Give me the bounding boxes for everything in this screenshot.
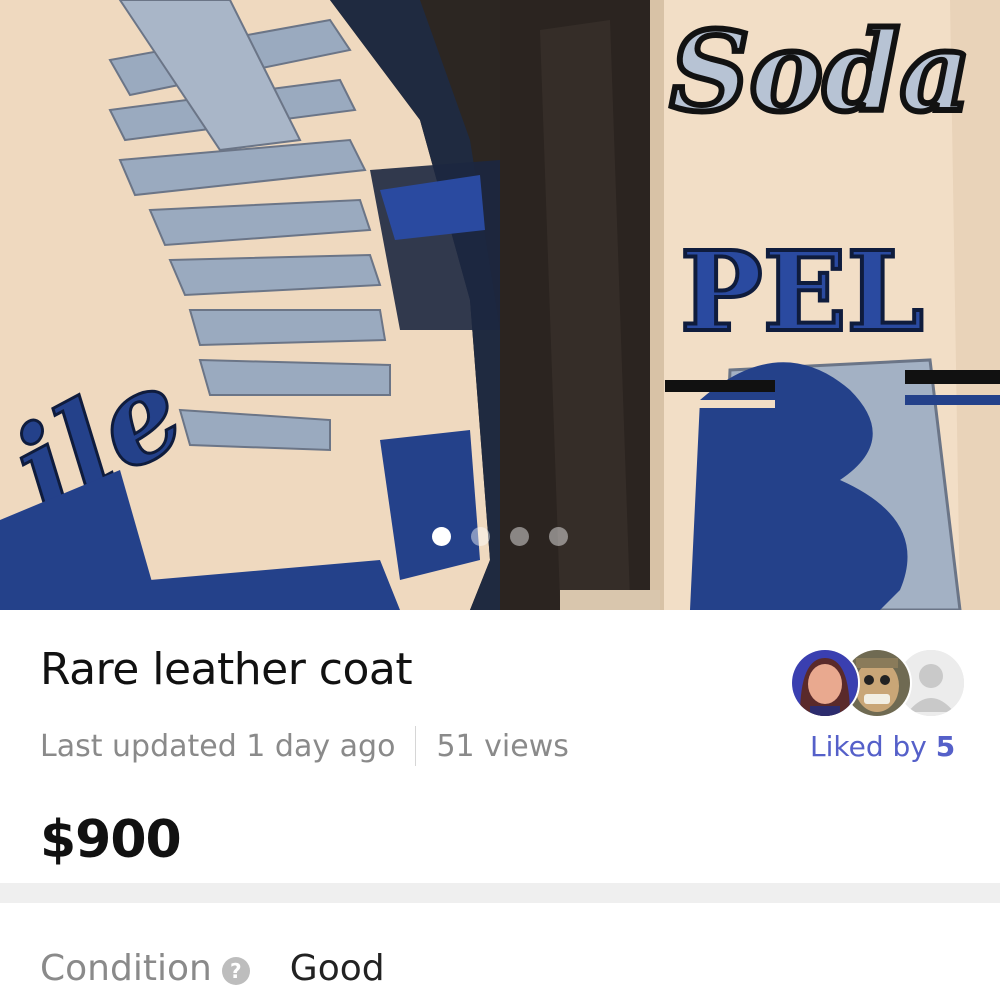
carousel-dots — [0, 527, 1000, 546]
patch-text-pel: PEL — [680, 227, 924, 356]
liked-by-link[interactable]: Liked by 5 — [810, 730, 955, 763]
condition-value: Good — [289, 948, 385, 989]
meta-divider — [415, 726, 417, 766]
liked-by-label: Liked by — [810, 730, 927, 763]
listing-price: $900 — [40, 810, 182, 870]
condition-label: Condition — [40, 948, 212, 989]
likers-avatars[interactable] — [790, 648, 966, 718]
views-count: 51 views — [436, 728, 569, 764]
listing-meta: Last updated 1 day ago 51 views — [40, 726, 569, 766]
section-divider — [0, 883, 1000, 903]
liked-by-count: 5 — [935, 730, 956, 763]
carousel-dot-3[interactable] — [510, 527, 529, 546]
carousel-dot-1[interactable] — [432, 527, 451, 546]
patch-text-soda: Soda — [670, 7, 971, 136]
listing-title: Rare leather coat — [40, 644, 413, 695]
carousel-dot-4[interactable] — [549, 527, 568, 546]
help-icon[interactable]: ? — [221, 956, 250, 985]
carousel-dot-2[interactable] — [471, 527, 490, 546]
avatar-user-1[interactable] — [790, 648, 860, 718]
product-image[interactable]: ile Soda PEL — [0, 0, 1000, 610]
condition-row: Condition ? Good — [40, 948, 385, 989]
last-updated-text: Last updated 1 day ago — [40, 728, 396, 764]
